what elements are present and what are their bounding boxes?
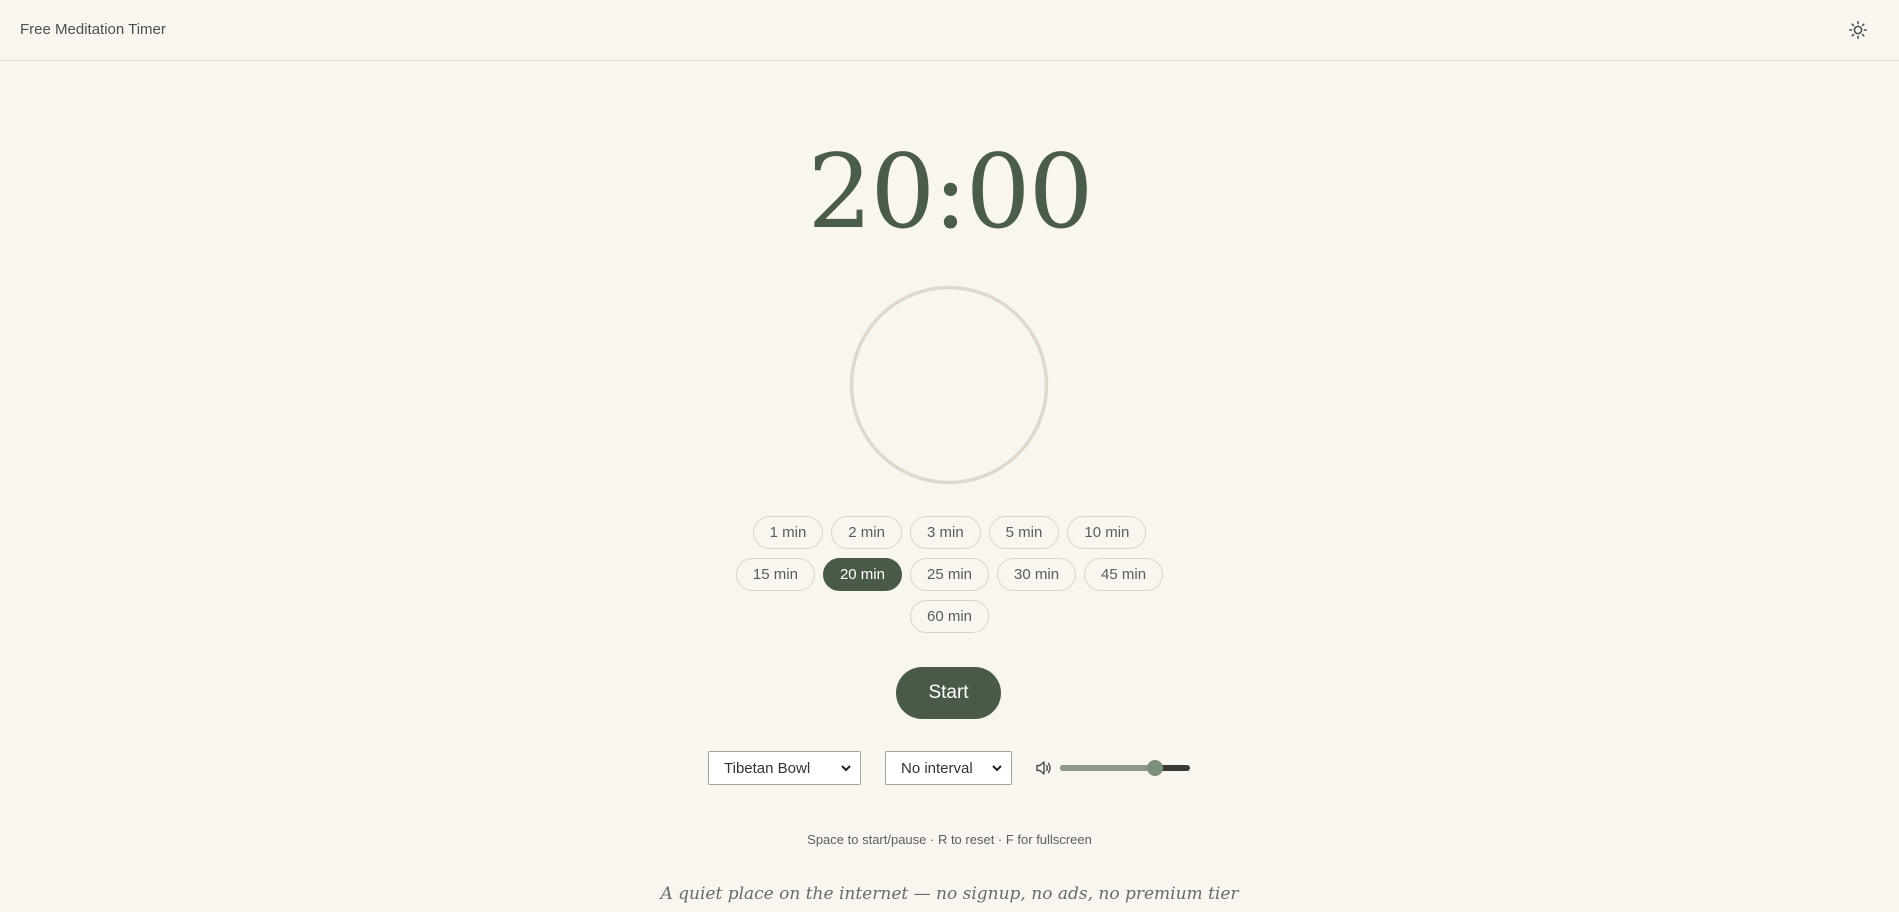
volume-thumb[interactable] — [1146, 760, 1163, 776]
tagline: A quiet place on the internet — no signu… — [660, 884, 1239, 904]
sound-select-value: Tibetan Bowl — [724, 759, 811, 777]
chevron-down-icon — [841, 765, 851, 772]
header: Free Meditation Timer — [0, 0, 1899, 61]
preset-chip[interactable]: 45 min — [1084, 558, 1164, 591]
interval-select-value: No interval — [901, 759, 973, 777]
timer-display: 20:00 — [807, 133, 1094, 252]
preset-row: 60 min — [0, 600, 1899, 633]
preset-chip[interactable]: 25 min — [909, 558, 990, 591]
chevron-down-icon — [992, 765, 1002, 772]
preset-chip[interactable]: 20 min — [822, 558, 902, 591]
duration-presets: 1 min 2 min 3 min 5 min 10 min 15 min 20 min 25… — [0, 516, 1899, 642]
preset-chip[interactable]: 10 min — [1067, 516, 1147, 549]
preset-chip[interactable]: 30 min — [997, 558, 1077, 591]
sun-icon — [1849, 21, 1867, 39]
sound-select[interactable]: Tibetan Bowl — [708, 751, 861, 785]
brand-title[interactable]: Free Meditation Timer — [20, 21, 166, 38]
progress-ring — [849, 285, 1049, 485]
speaker-icon[interactable] — [1035, 759, 1053, 777]
theme-toggle-button[interactable] — [1847, 19, 1869, 41]
preset-chip[interactable]: 2 min — [831, 516, 902, 549]
interval-select[interactable]: No interval — [885, 751, 1012, 785]
preset-row: 15 min 20 min 25 min 30 min 45 min — [0, 558, 1899, 591]
volume-slider[interactable] — [1060, 759, 1190, 777]
start-button[interactable]: Start — [896, 667, 1001, 719]
preset-chip[interactable]: 1 min — [752, 516, 824, 549]
keyboard-shortcuts-hint: Space to start/pause · R to reset · F fo… — [807, 832, 1092, 847]
preset-chip[interactable]: 15 min — [735, 558, 815, 591]
preset-chip[interactable]: 60 min — [909, 600, 990, 633]
preset-row: 1 min 2 min 3 min 5 min 10 min — [0, 516, 1899, 549]
preset-chip[interactable]: 5 min — [988, 516, 1060, 549]
preset-chip[interactable]: 3 min — [909, 516, 981, 549]
volume-fill — [1060, 765, 1155, 771]
